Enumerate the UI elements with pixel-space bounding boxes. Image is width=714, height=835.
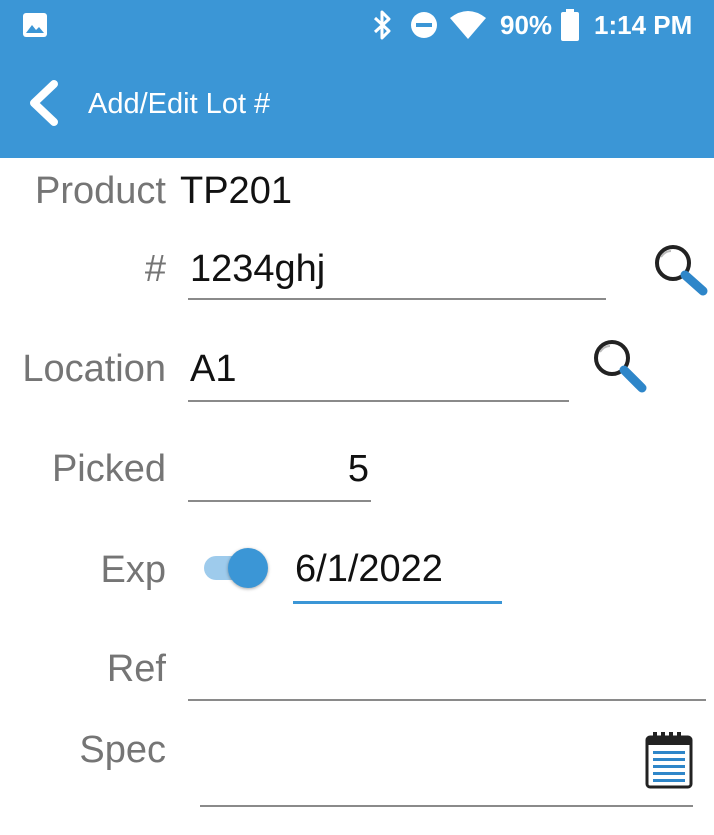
picked-underline: [188, 500, 371, 502]
exp-toggle-thumb: [228, 548, 268, 588]
battery-percent: 90%: [500, 10, 553, 40]
location-underline: [188, 400, 569, 402]
lot-number-value: 1234ghj: [190, 248, 326, 290]
picked-label: Picked: [51, 448, 166, 490]
lot-number-field[interactable]: 1234ghj: [188, 240, 606, 300]
product-label: Product: [35, 170, 166, 212]
exp-label: Exp: [100, 549, 166, 591]
image-icon: [23, 13, 47, 37]
notepad-icon[interactable]: [644, 731, 694, 789]
product-value: TP201: [180, 170, 292, 212]
search-icon[interactable]: [590, 338, 650, 394]
location-value: A1: [190, 348, 237, 390]
app-bar: Add/Edit Lot #: [0, 50, 714, 158]
exp-date-underline: [293, 601, 502, 604]
clock: 1:14 PM: [594, 10, 693, 40]
spec-label: Spec: [79, 729, 166, 771]
location-field[interactable]: A1: [188, 340, 569, 402]
ref-underline: [188, 699, 706, 701]
exp-toggle[interactable]: [202, 546, 270, 590]
picked-field[interactable]: 5: [188, 440, 371, 502]
chevron-left-icon[interactable]: [24, 80, 62, 126]
location-label: Location: [22, 348, 166, 390]
battery-icon: [561, 9, 579, 41]
wifi-icon: [450, 11, 486, 39]
spec-field[interactable]: [200, 745, 693, 807]
spec-underline: [200, 805, 693, 807]
page-title: Add/Edit Lot #: [88, 88, 271, 120]
lot-number-label: #: [144, 248, 166, 290]
exp-date-field[interactable]: 6/1/2022: [293, 540, 502, 604]
bluetooth-icon: [373, 10, 391, 40]
exp-date-value: 6/1/2022: [295, 548, 443, 590]
do-not-disturb-icon: [411, 12, 437, 38]
ref-label: Ref: [106, 648, 166, 690]
ref-field[interactable]: [188, 640, 706, 701]
picked-value: 5: [347, 448, 369, 490]
status-bar: 90% 1:14 PM: [0, 0, 714, 50]
search-icon[interactable]: [651, 243, 711, 297]
lot-number-underline: [188, 298, 606, 300]
